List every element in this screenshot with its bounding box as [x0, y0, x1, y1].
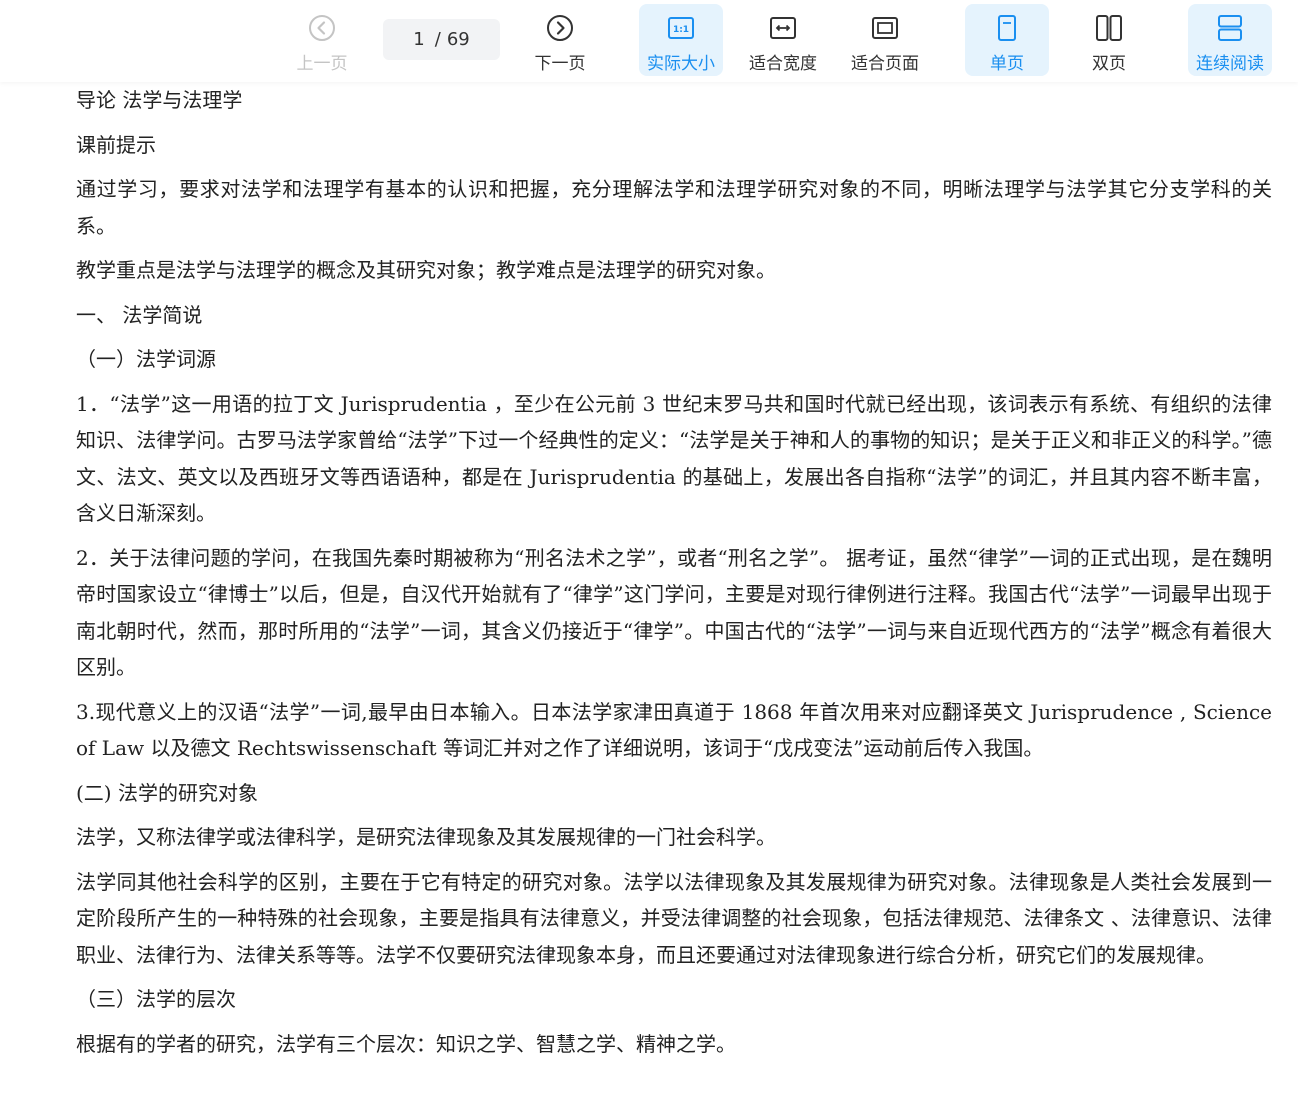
single-page-icon	[998, 15, 1016, 41]
doc-paragraph: 3.现代意义上的汉语“法学”一词,最早由日本输入。日本法学家津田真道于 1868…	[76, 699, 1272, 761]
double-page-icon	[1096, 15, 1122, 41]
doc-heading: 导论 法学与法理学	[76, 88, 243, 112]
document-page: 导论 法学与法理学 课前提示 通过学习，要求对法学和法理学有基本的认识和把握，充…	[76, 82, 1272, 1062]
doc-paragraph: 法学，又称法律学或法律科学，是研究法律现象及其发展规律的一门社会科学。	[76, 825, 776, 849]
svg-text:1:1: 1:1	[673, 25, 689, 35]
fit-page-icon	[872, 17, 898, 39]
doc-subsection-heading: （一）法学词源	[76, 347, 216, 371]
doc-paragraph: 1．“法学”这一用语的拉丁文 Jurisprudentia ，至少在公元前 3 …	[76, 391, 1272, 526]
actual-size-icon: 1:1	[668, 17, 694, 39]
page-indicator[interactable]: 1 / 69	[383, 19, 500, 60]
fit-width-button[interactable]: 适合宽度	[741, 4, 825, 76]
prev-page-label: 上一页	[296, 54, 348, 74]
doc-paragraph: 2．关于法律问题的学问，在我国先秦时期被称为“刑名法术之学”，或者“刑名之学”。…	[76, 545, 1272, 680]
fit-page-button[interactable]: 适合页面	[843, 4, 927, 76]
continuous-reading-icon	[1218, 15, 1242, 41]
doc-section-label: 课前提示	[76, 132, 156, 157]
prev-page-button[interactable]: 上一页	[280, 4, 364, 76]
doc-subsection-heading: (二) 法学的研究对象	[76, 780, 258, 805]
next-page-label: 下一页	[534, 54, 586, 74]
total-pages: 69	[446, 29, 470, 50]
reader-toolbar: 上一页 1 / 69 下一页 1:1 实际大小 适合宽度 适合页面 单页 双页 …	[0, 0, 1298, 82]
actual-size-label: 实际大小	[647, 54, 715, 74]
chevron-left-circle-icon	[309, 15, 335, 41]
doc-subsection-heading: （三）法学的层次	[76, 987, 236, 1011]
double-page-button[interactable]: 双页	[1067, 4, 1151, 76]
continuous-reading-label: 连续阅读	[1196, 54, 1264, 74]
doc-section-heading: 一、 法学简说	[76, 302, 203, 327]
doc-paragraph: 通过学习，要求对法学和法理学有基本的认识和把握，充分理解法学和法理学研究对象的不…	[76, 177, 1272, 238]
page-separator: /	[434, 29, 441, 50]
doc-paragraph: 法学同其他社会科学的区别，主要在于它有特定的研究对象。法学以法律现象及其发展规律…	[76, 869, 1272, 967]
single-page-label: 单页	[990, 54, 1024, 74]
doc-paragraph: 教学重点是法学与法理学的概念及其研究对象；教学难点是法理学的研究对象。	[76, 258, 776, 282]
fit-page-label: 适合页面	[851, 54, 919, 74]
doc-paragraph: 根据有的学者的研究，法学有三个层次：知识之学、智慧之学、精神之学。	[76, 1031, 736, 1056]
actual-size-button[interactable]: 1:1 实际大小	[639, 4, 723, 76]
current-page-number[interactable]: 1	[413, 29, 424, 50]
chevron-right-circle-icon	[547, 15, 573, 41]
fit-width-label: 适合宽度	[749, 54, 817, 74]
fit-width-icon	[770, 17, 796, 39]
continuous-reading-button[interactable]: 连续阅读	[1188, 4, 1272, 76]
double-page-label: 双页	[1092, 54, 1126, 74]
single-page-button[interactable]: 单页	[965, 4, 1049, 76]
next-page-button[interactable]: 下一页	[518, 4, 602, 76]
